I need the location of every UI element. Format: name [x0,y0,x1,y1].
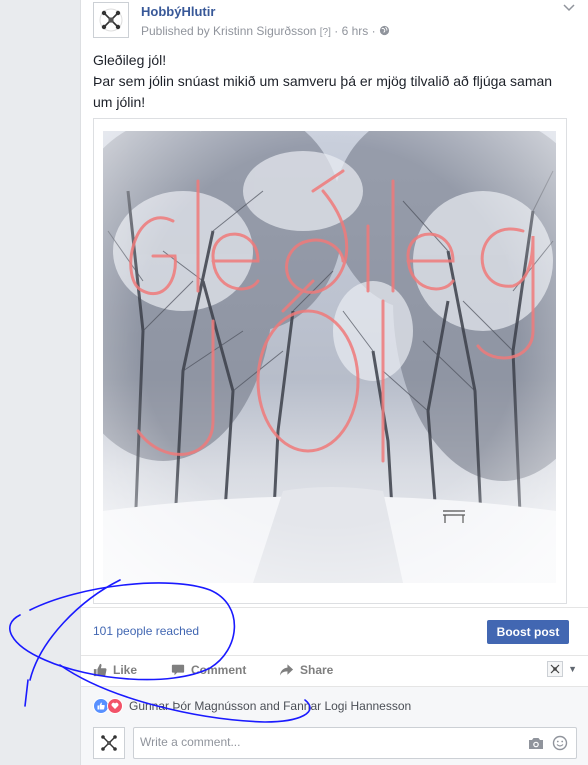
love-reaction-icon [107,698,123,714]
published-by-text[interactable]: Published by Kristinn Sigurðsson [141,24,316,38]
help-mark[interactable]: [?] [320,27,331,38]
post-options-chevron-icon[interactable] [563,4,575,15]
comment-label: Comment [191,663,247,677]
comment-input[interactable] [134,728,506,756]
post-text-line: um jólin! [93,94,146,110]
post-header: HobbýHlutir Published by Kristinn Sigurð… [93,2,575,40]
drone-logo-icon [99,8,123,32]
meta-separator-2: · [371,24,376,38]
page-avatar[interactable] [93,2,129,38]
commenter-avatar [93,727,125,759]
audience-selector-avatar[interactable] [547,661,563,677]
reactions-row: Gunnar Þór Magnússon and Fannar Logi Han… [81,686,588,723]
post-meta: Published by Kristinn Sigurðsson [?] · 6… [141,24,390,38]
post-time[interactable]: 6 hrs [342,24,369,38]
page-name-link[interactable]: HobbýHlutir [141,4,215,19]
share-label: Share [300,663,334,677]
reaction-names[interactable]: Gunnar Þór Magnússon and Fannar Logi Han… [129,699,411,713]
drone-logo-icon [101,735,117,751]
globe-icon[interactable] [379,24,390,38]
boost-post-button[interactable]: Boost post [487,620,569,644]
emoji-icon[interactable] [552,735,568,756]
insights-row: 101 people reached Boost post [81,607,588,656]
people-reached[interactable]: 101 people reached [93,624,199,638]
share-arrow-icon [279,664,294,676]
comment-button[interactable]: Comment [171,663,246,677]
post-text: Gleðileg jól! Þar sem jólin snúast mikið… [93,50,577,113]
like-label: Like [113,663,138,677]
thumbs-up-icon [93,663,107,677]
post-text-line: Þar sem jólin snúast mikið um samveru þá… [93,73,553,89]
reach-suffix[interactable]: people reached [113,624,199,638]
audience-caret-icon[interactable]: ▼ [568,664,577,674]
meta-separator: · [334,24,339,38]
snowy-forest-image [103,131,556,583]
comment-composer [81,722,588,765]
drone-logo-icon [550,664,560,674]
comment-input-box [133,727,577,759]
reach-count[interactable]: 101 [93,624,113,638]
action-bar: Like Comment Share ▼ [81,655,588,686]
like-button[interactable]: Like [93,663,137,677]
post-photo[interactable] [103,131,556,583]
post-text-line: Gleðileg jól! [93,52,167,68]
reaction-icons[interactable] [93,698,123,714]
comment-icon [171,664,185,676]
camera-icon[interactable] [528,736,544,755]
share-button[interactable]: Share [279,663,333,677]
